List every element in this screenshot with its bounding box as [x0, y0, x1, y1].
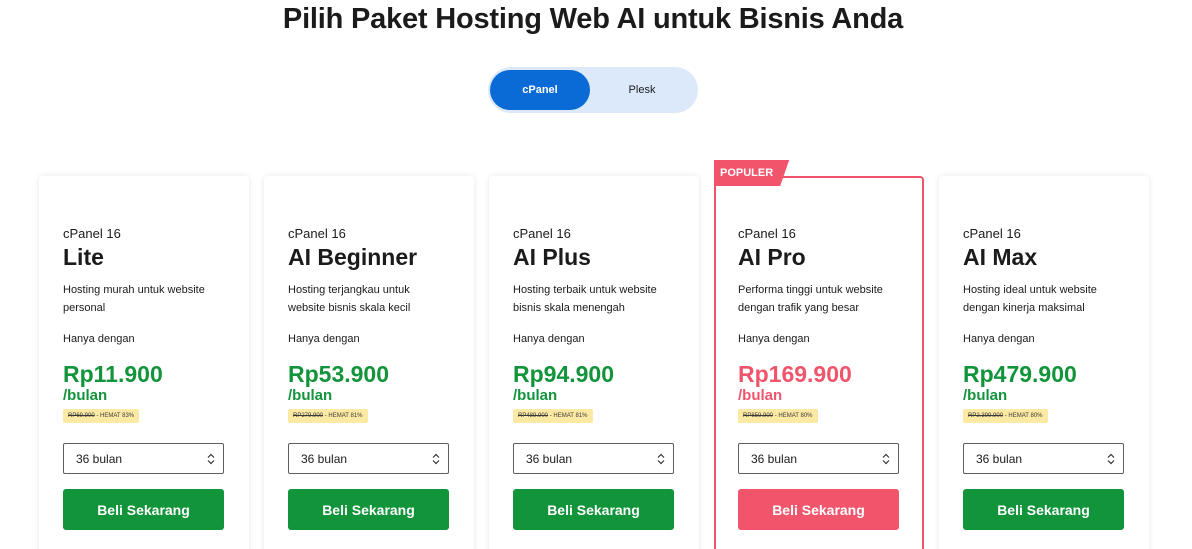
- duration-select[interactable]: 36 bulan: [63, 443, 224, 474]
- plan-price: Rp11.900: [63, 361, 163, 387]
- popular-ribbon: POPULER: [714, 160, 790, 186]
- plan-subtitle: cPanel 16: [963, 226, 1021, 241]
- updown-chevron-icon: [1107, 453, 1115, 465]
- plan-price: Rp53.900: [288, 361, 390, 387]
- plan-subtitle: cPanel 16: [288, 226, 346, 241]
- discount-badge: RP69.900 - HEMAT 83%: [63, 409, 140, 423]
- buy-now-button[interactable]: Beli Sekarang: [288, 489, 449, 530]
- plan-subtitle: cPanel 16: [738, 226, 796, 241]
- old-price: RP2.399.900: [968, 413, 1004, 419]
- duration-value: 36 bulan: [751, 451, 798, 466]
- duration-select[interactable]: 36 bulan: [738, 443, 899, 474]
- price-prefix: Hanya dengan: [63, 333, 135, 345]
- plan-description: Performa tinggi untuk website dengan tra…: [738, 284, 883, 314]
- plan-price: Rp479.900: [963, 361, 1077, 387]
- plan-card-ai-beginner: cPanel 16 AI Beginner Hosting terjangkau…: [264, 176, 474, 549]
- plan-name: AI Pro: [738, 244, 806, 270]
- discount-text: - HEMAT 80%: [773, 413, 813, 419]
- duration-select[interactable]: 36 bulan: [288, 443, 449, 474]
- discount-badge: RP279.900 - HEMAT 81%: [288, 409, 368, 423]
- plan-subtitle: cPanel 16: [63, 226, 121, 241]
- duration-value: 36 bulan: [976, 451, 1023, 466]
- plan-description: Hosting murah untuk website personal: [63, 284, 205, 314]
- plan-description: Hosting terbaik untuk website bisnis ska…: [513, 284, 657, 314]
- price-prefix: Hanya dengan: [513, 333, 585, 345]
- plan-price: Rp94.900: [513, 361, 615, 387]
- price-prefix: Hanya dengan: [288, 333, 360, 345]
- buy-now-button[interactable]: Beli Sekarang: [963, 489, 1124, 530]
- updown-chevron-icon: [882, 453, 890, 465]
- plan-price: Rp169.900: [738, 361, 852, 387]
- buy-now-button[interactable]: Beli Sekarang: [513, 489, 674, 530]
- price-period: /bulan: [738, 387, 783, 404]
- duration-value: 36 bulan: [301, 451, 348, 466]
- discount-text: - HEMAT 80%: [1003, 413, 1043, 419]
- discount-badge: RP2.399.900 - HEMAT 80%: [963, 409, 1048, 423]
- old-price: RP489.900: [518, 413, 549, 419]
- panel-toggle: cPanel Plesk: [488, 67, 698, 113]
- updown-chevron-icon: [432, 453, 440, 465]
- plan-name: AI Plus: [513, 244, 591, 270]
- plan-name: AI Beginner: [288, 244, 418, 270]
- plan-description: Hosting ideal untuk website dengan kiner…: [963, 284, 1097, 314]
- old-price: RP69.900: [68, 413, 95, 419]
- plan-card-ai-plus: cPanel 16 AI Plus Hosting terbaik untuk …: [489, 176, 699, 549]
- price-period: /bulan: [513, 387, 558, 404]
- old-price: RP279.900: [293, 413, 324, 419]
- price-period: /bulan: [288, 387, 333, 404]
- buy-now-button[interactable]: Beli Sekarang: [738, 489, 899, 530]
- discount-text: - HEMAT 83%: [94, 413, 135, 419]
- page-title: Pilih Paket Hosting Web AI untuk Bisnis …: [282, 3, 904, 35]
- duration-value: 36 bulan: [76, 451, 123, 466]
- plan-card-lite: cPanel 16 Lite Hosting murah untuk websi…: [39, 176, 249, 549]
- updown-chevron-icon: [657, 453, 665, 465]
- price-prefix: Hanya dengan: [738, 333, 810, 345]
- discount-text: - HEMAT 81%: [323, 413, 363, 419]
- plan-subtitle: cPanel 16: [513, 226, 571, 241]
- plan-name: AI Max: [963, 244, 1038, 270]
- price-period: /bulan: [63, 387, 108, 404]
- plan-name: Lite: [63, 244, 104, 270]
- old-price: RP859.900: [743, 413, 774, 419]
- duration-value: 36 bulan: [526, 451, 573, 466]
- discount-badge: RP489.900 - HEMAT 81%: [513, 409, 593, 423]
- toggle-plesk[interactable]: Plesk: [590, 70, 694, 110]
- toggle-cpanel[interactable]: cPanel: [490, 70, 590, 110]
- plan-card-ai-max: cPanel 16 AI Max Hosting ideal untuk web…: [939, 176, 1149, 549]
- price-period: /bulan: [963, 387, 1008, 404]
- duration-select[interactable]: 36 bulan: [963, 443, 1124, 474]
- buy-now-button[interactable]: Beli Sekarang: [63, 489, 224, 530]
- discount-text: - HEMAT 81%: [548, 413, 588, 419]
- plan-card-ai-pro: POPULER cPanel 16 AI Pro Performa tinggi…: [714, 160, 924, 549]
- updown-chevron-icon: [207, 453, 215, 465]
- duration-select[interactable]: 36 bulan: [513, 443, 674, 474]
- price-prefix: Hanya dengan: [963, 333, 1035, 345]
- plan-description: Hosting terjangkau untuk website bisnis …: [288, 284, 411, 314]
- discount-badge: RP859.900 - HEMAT 80%: [738, 409, 818, 423]
